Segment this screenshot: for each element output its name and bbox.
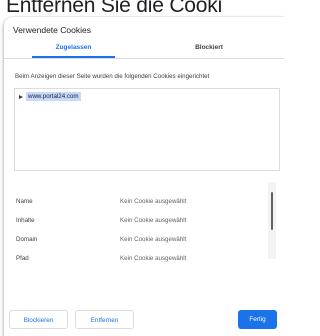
scrollbar-thumb[interactable] — [271, 192, 273, 230]
detail-value: Kein Cookie ausgewählt — [120, 255, 187, 262]
done-button[interactable]: Fertig — [238, 310, 277, 329]
background-page-heading: Entfernen Sie die Cooki — [6, 0, 223, 17]
detail-label: Name — [16, 198, 33, 205]
detail-value: Kein Cookie ausgewählt — [120, 217, 187, 224]
page: Entfernen Sie die Cooki Verwendete Cooki… — [0, 0, 284, 336]
tree-item-host[interactable]: www.portal24.com — [26, 92, 81, 101]
detail-row-path: Pfad Kein Cookie ausgewählt — [4, 252, 280, 270]
detail-label: Pfad — [16, 255, 29, 262]
block-button[interactable]: Blockieren — [9, 310, 68, 329]
detail-label: Inhalte — [16, 217, 35, 224]
cookie-tree[interactable]: www.portal24.com — [14, 88, 280, 171]
detail-row-content: Inhalte Kein Cookie ausgewählt — [4, 214, 280, 232]
tab-divider — [4, 58, 284, 59]
cookies-dialog: Verwendete Cookies Zugelassen Blockiert … — [4, 17, 284, 336]
remove-button[interactable]: Entfernen — [75, 310, 134, 329]
dialog-title: Verwendete Cookies — [13, 25, 91, 35]
detail-label: Domain — [16, 236, 38, 243]
detail-row-name: Name Kein Cookie ausgewählt — [4, 195, 280, 213]
detail-row-domain: Domain Kein Cookie ausgewählt — [4, 233, 280, 251]
detail-value: Kein Cookie ausgewählt — [120, 236, 187, 243]
cookies-info-text: Beim Anzeigen dieser Seite wurden die fo… — [15, 73, 210, 80]
details-scrollbar[interactable] — [268, 182, 276, 259]
triangle-right-icon[interactable] — [19, 95, 23, 99]
detail-value: Kein Cookie ausgewählt — [120, 198, 187, 205]
